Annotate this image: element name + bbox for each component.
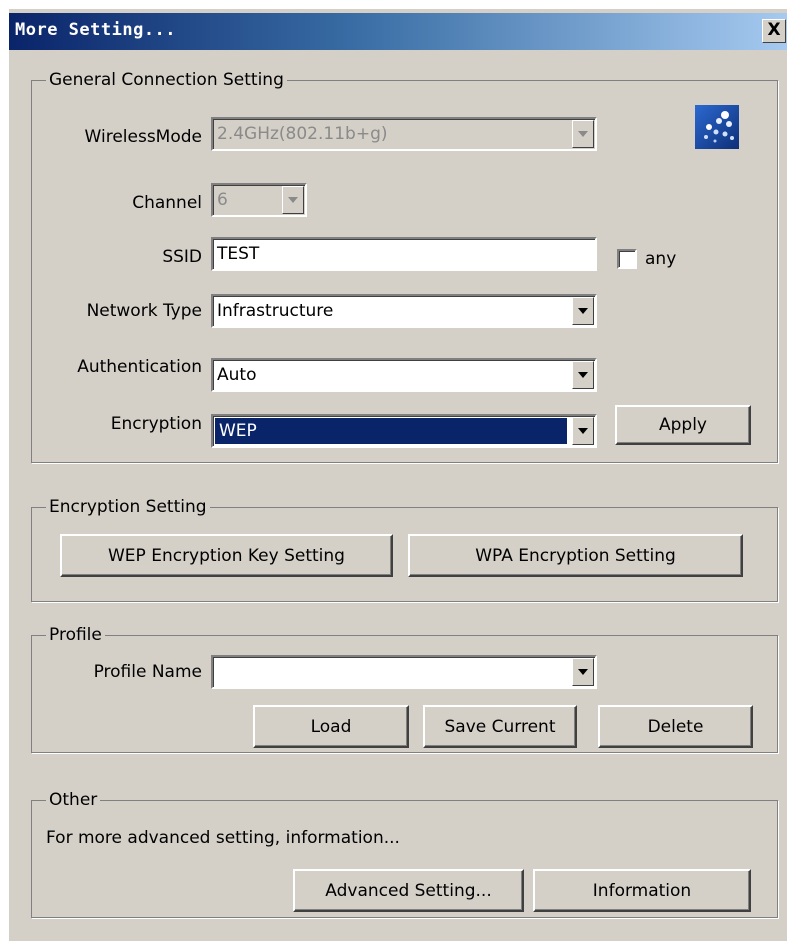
- chevron-down-icon[interactable]: [572, 361, 594, 389]
- wireless-mode-label: WirelessMode: [84, 127, 202, 147]
- chevron-down-icon[interactable]: [572, 417, 594, 445]
- general-connection-title: General Connection Setting: [46, 68, 287, 92]
- profile-name-label: Profile Name: [93, 662, 202, 682]
- information-button[interactable]: Information: [533, 869, 751, 912]
- authentication-label: Authentication: [77, 357, 202, 377]
- wpa-encryption-setting-button[interactable]: WPA Encryption Setting: [408, 534, 743, 577]
- encryption-label: Encryption: [110, 414, 202, 434]
- authentication-select[interactable]: Auto: [211, 358, 597, 392]
- more-setting-dialog: More Setting... X General Connection Set…: [8, 8, 787, 941]
- channel-select: 6: [211, 183, 307, 217]
- chevron-down-icon: [282, 186, 304, 214]
- other-title: Other: [46, 788, 101, 812]
- other-description: For more advanced setting, information..…: [46, 828, 400, 848]
- any-checkbox[interactable]: [617, 249, 637, 269]
- ssid-label: SSID: [162, 247, 202, 267]
- network-type-label: Network Type: [86, 301, 202, 321]
- wireless-mode-select: 2.4GHz(802.11b+g): [211, 117, 597, 151]
- channel-label: Channel: [132, 193, 202, 213]
- save-current-button[interactable]: Save Current: [423, 705, 577, 748]
- delete-button[interactable]: Delete: [598, 705, 753, 748]
- wireless-mode-value: 2.4GHz(802.11b+g): [217, 124, 388, 144]
- window-title: More Setting...: [15, 20, 177, 40]
- chevron-down-icon: [572, 120, 594, 148]
- encryption-select[interactable]: WEP: [211, 414, 597, 448]
- ssid-input[interactable]: TEST: [211, 237, 597, 271]
- profile-name-select[interactable]: [211, 655, 597, 689]
- close-button[interactable]: X: [762, 19, 786, 43]
- load-button[interactable]: Load: [253, 705, 409, 748]
- encryption-setting-title: Encryption Setting: [46, 495, 210, 519]
- close-icon: X: [767, 20, 781, 40]
- network-type-value: Infrastructure: [217, 301, 334, 321]
- apply-button[interactable]: Apply: [615, 405, 751, 445]
- chevron-down-icon[interactable]: [572, 297, 594, 325]
- title-bar[interactable]: More Setting... X: [9, 13, 787, 50]
- chevron-down-icon[interactable]: [572, 658, 594, 686]
- wireless-network-icon: [695, 105, 739, 149]
- authentication-value: Auto: [217, 365, 257, 385]
- profile-title: Profile: [46, 623, 105, 647]
- any-label: any: [645, 249, 677, 269]
- encryption-value: WEP: [215, 418, 567, 444]
- wep-encryption-key-button[interactable]: WEP Encryption Key Setting: [60, 534, 393, 577]
- network-type-select[interactable]: Infrastructure: [211, 294, 597, 328]
- advanced-setting-button[interactable]: Advanced Setting...: [293, 869, 524, 912]
- ssid-value: TEST: [217, 244, 260, 264]
- channel-value: 6: [217, 190, 228, 210]
